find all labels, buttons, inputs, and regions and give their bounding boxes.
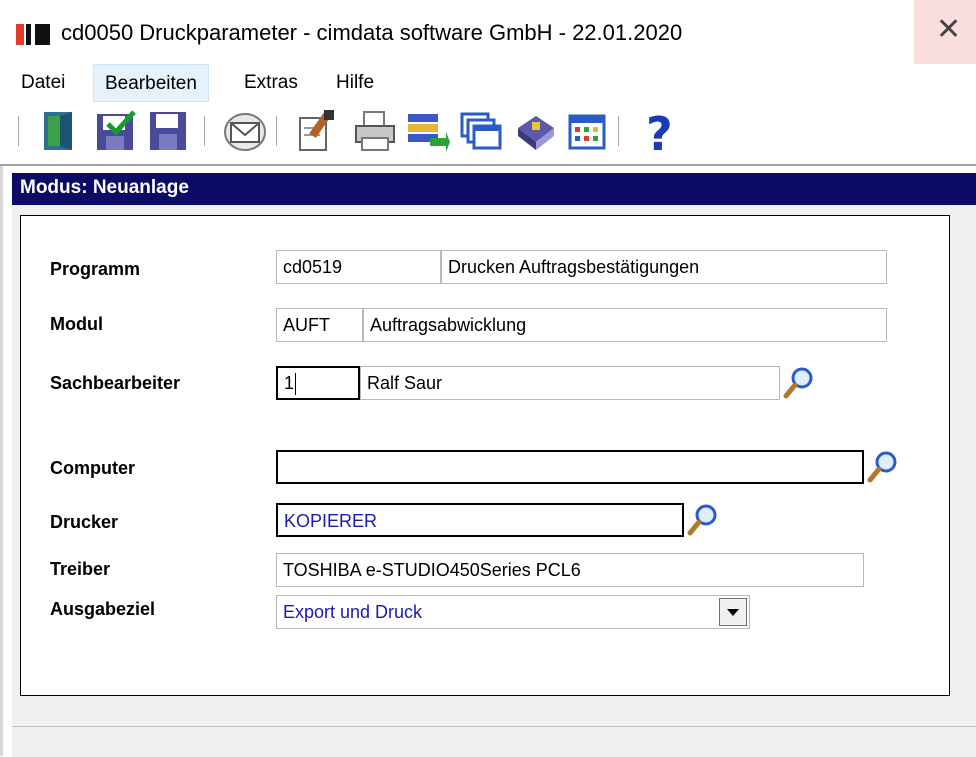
computer-label: Computer xyxy=(50,458,135,478)
modul-label: Modul xyxy=(50,314,103,334)
computer-field[interactable] xyxy=(276,450,864,484)
modul-name-field[interactable]: Auftragsabwicklung xyxy=(363,308,887,342)
help-icon[interactable]: ? xyxy=(636,107,682,161)
svg-text:?: ? xyxy=(646,108,673,154)
app-logo-icon xyxy=(16,24,50,45)
menu-datei[interactable]: Datei xyxy=(10,64,76,102)
printer-icon[interactable] xyxy=(352,108,398,154)
close-icon: ✕ xyxy=(936,12,962,47)
drucker-field[interactable]: KOPIERER xyxy=(276,503,684,537)
treiber-label: Treiber xyxy=(50,559,111,579)
treiber-field[interactable]: TOSHIBA e-STUDIO450Series PCL6 xyxy=(276,553,864,587)
menu-bearbeiten[interactable]: Bearbeiten xyxy=(93,64,209,102)
toolbar-separator xyxy=(618,116,623,146)
menu-bar: Datei Bearbeiten Extras Hilfe xyxy=(0,64,976,102)
ausgabeziel-select[interactable]: Export und Druck xyxy=(276,595,750,629)
ausgabeziel-label: Ausgabeziel xyxy=(50,599,156,619)
menu-hilfe[interactable]: Hilfe xyxy=(325,64,385,102)
sachbearbeiter-label: Sachbearbeiter xyxy=(50,373,181,393)
menu-extras[interactable]: Extras xyxy=(233,64,309,102)
mode-label: Modus: Neuanlage xyxy=(20,177,189,198)
toolbar-separator xyxy=(276,116,281,146)
programm-code-field[interactable]: cd0519 xyxy=(276,250,441,284)
save-check-icon[interactable] xyxy=(94,108,140,154)
toolbar-separator xyxy=(204,116,209,146)
status-bar xyxy=(12,726,976,757)
computer-search-icon[interactable] xyxy=(866,450,900,484)
sachbearbeiter-code-field[interactable]: 1 xyxy=(276,366,360,400)
mode-banner: Modus: Neuanlage xyxy=(12,173,976,205)
text-caret xyxy=(295,373,297,396)
ausgabeziel-value: Export und Druck xyxy=(283,602,423,622)
programm-label: Programm xyxy=(50,259,141,279)
toolbar-separator xyxy=(18,116,23,146)
book-icon[interactable] xyxy=(512,108,558,154)
drucker-search-icon[interactable] xyxy=(686,503,720,537)
exit-door-icon[interactable] xyxy=(38,108,84,154)
modul-code-field[interactable]: AUFT xyxy=(276,308,363,342)
programm-name-field[interactable]: Drucken Auftragsbestätigungen xyxy=(441,250,887,284)
title-bar: cd0050 Druckparameter - cimdata software… xyxy=(0,0,976,64)
sachbearbeiter-name-field[interactable]: Ralf Saur xyxy=(360,366,780,400)
save-icon[interactable] xyxy=(146,108,192,154)
export-list-icon[interactable] xyxy=(404,108,450,154)
chevron-down-icon[interactable] xyxy=(719,598,747,626)
sachbearbeiter-code-value: 1 xyxy=(284,373,295,393)
drucker-label: Drucker xyxy=(50,512,119,532)
windows-icon[interactable] xyxy=(458,108,504,154)
calendar-grid-icon[interactable] xyxy=(564,108,610,154)
window-title: cd0050 Druckparameter - cimdata software… xyxy=(61,20,683,45)
edit-document-icon[interactable] xyxy=(294,108,340,154)
toolbar: ? xyxy=(0,102,976,166)
close-button[interactable]: ✕ xyxy=(914,0,976,64)
mail-icon[interactable] xyxy=(222,108,268,154)
sachbearbeiter-search-icon[interactable] xyxy=(782,366,816,400)
